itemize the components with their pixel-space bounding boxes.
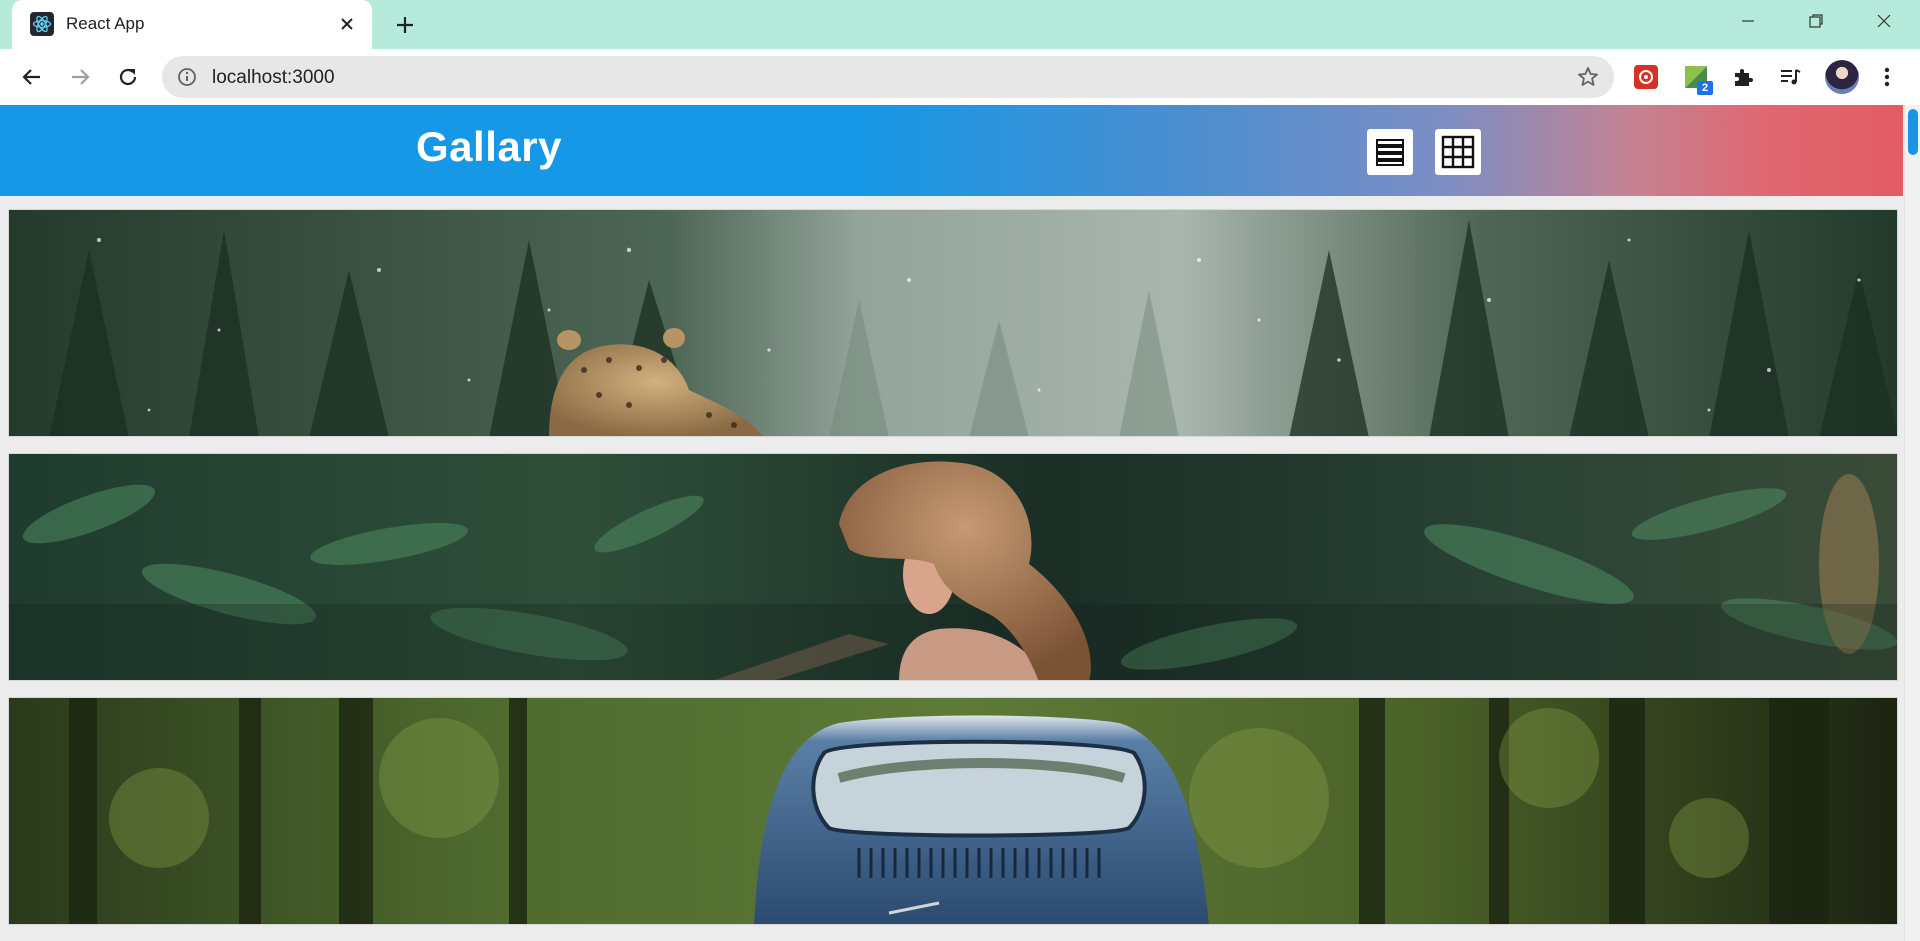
address-bar[interactable]: localhost:3000 xyxy=(162,56,1614,98)
new-tab-button[interactable] xyxy=(390,10,420,40)
menu-dots-icon[interactable] xyxy=(1872,62,1902,92)
car-figure xyxy=(754,715,1209,924)
tab-title: React App xyxy=(66,14,145,33)
list-icon xyxy=(1376,139,1404,166)
react-favicon-icon xyxy=(30,12,54,36)
site-info-icon[interactable] xyxy=(176,66,198,88)
scrollbar-thumb[interactable] xyxy=(1908,109,1918,155)
page-viewport: Gallary xyxy=(0,105,1920,941)
tab-close-icon[interactable] xyxy=(334,11,360,37)
extension-red-icon[interactable] xyxy=(1631,62,1661,92)
gallery-image-car[interactable] xyxy=(8,697,1898,925)
media-control-icon[interactable] xyxy=(1775,62,1805,92)
reload-icon[interactable] xyxy=(111,60,145,94)
back-arrow-icon[interactable] xyxy=(15,60,49,94)
minimize-icon[interactable] xyxy=(1718,0,1778,42)
page-scrollbar[interactable] xyxy=(1904,105,1920,941)
extension-green-icon[interactable]: 2 xyxy=(1681,62,1713,95)
extensions-puzzle-icon[interactable] xyxy=(1728,62,1758,92)
close-window-icon[interactable] xyxy=(1854,0,1914,42)
gallery-image-leopard[interactable] xyxy=(8,209,1898,437)
restore-icon[interactable] xyxy=(1786,0,1846,42)
list-view-button[interactable] xyxy=(1367,129,1413,175)
browser-tab[interactable]: React App xyxy=(12,0,372,50)
gallery-image-woman[interactable] xyxy=(8,453,1898,681)
extension-badge: 2 xyxy=(1697,81,1713,95)
grid-view-button[interactable] xyxy=(1435,129,1481,175)
browser-toolbar: localhost:3000 2 xyxy=(0,49,1920,105)
profile-avatar[interactable] xyxy=(1825,60,1859,94)
app-header: Gallary xyxy=(0,105,1903,196)
page-title: Gallary xyxy=(416,123,562,170)
browser-tab-strip: React App xyxy=(0,0,1920,50)
grid-icon xyxy=(1441,135,1475,169)
bookmark-star-icon[interactable] xyxy=(1576,65,1600,89)
url-text: localhost:3000 xyxy=(212,67,335,88)
forward-arrow-icon[interactable] xyxy=(63,60,97,94)
gallery-list xyxy=(8,209,1898,941)
